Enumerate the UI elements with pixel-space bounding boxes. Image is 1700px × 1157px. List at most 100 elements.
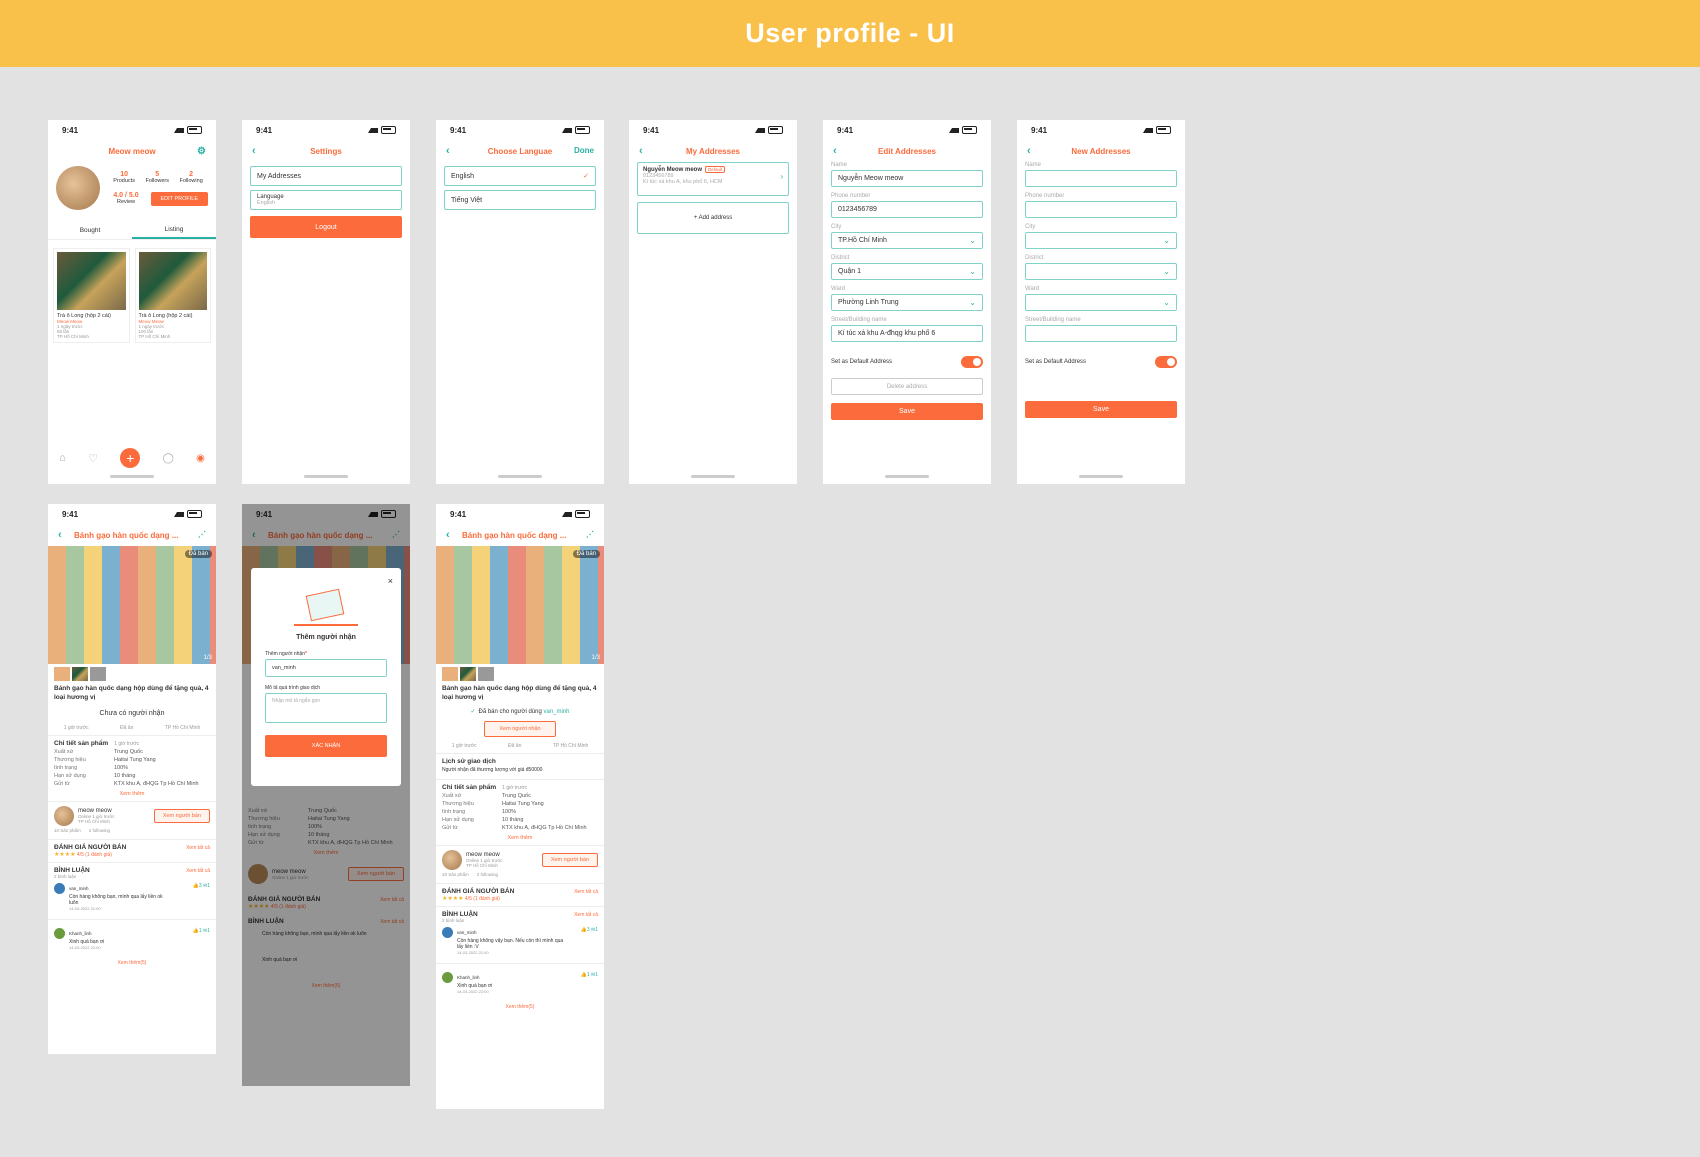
avatar [54, 883, 65, 894]
thumbnail[interactable] [442, 667, 458, 681]
page-title: My Addresses [686, 146, 740, 156]
heart-icon[interactable]: ♡ [88, 452, 98, 465]
name-field[interactable] [1025, 170, 1177, 187]
close-icon[interactable]: × [388, 576, 393, 586]
tab-bought[interactable]: Bought [48, 223, 132, 238]
see-more-link[interactable]: Xem thêm [48, 791, 216, 797]
comment-item: Khanh_linh Xinh quá bạn ơi 14-03-2022 22… [436, 968, 604, 998]
gear-icon[interactable]: ⚙ [197, 146, 206, 157]
edit-profile-button[interactable]: EDIT PROFILE [150, 191, 208, 206]
district-select[interactable]: ⌄ [1025, 263, 1177, 280]
ward-select[interactable]: Phường Linh Trung ⌄ [831, 294, 983, 311]
more-comments-link[interactable]: Xem thêm(5) [48, 960, 216, 966]
status-bar: 9:41 [1017, 120, 1185, 140]
chevron-down-icon: ⌄ [1163, 236, 1170, 245]
like-icon[interactable]: 👍3 ✉1 [581, 927, 598, 933]
comment-item: Khanh_linh Xinh quá bạn ơi 14-03-2022 22… [48, 924, 216, 954]
like-icon[interactable]: 👍1 ✉1 [193, 928, 210, 934]
back-icon[interactable]: ‹ [58, 529, 62, 541]
like-icon[interactable]: 👍1 ✉1 [581, 972, 598, 978]
stat-products: 10 Products [113, 170, 135, 184]
back-icon[interactable]: ‹ [639, 145, 643, 157]
thumbnail[interactable] [72, 667, 88, 681]
thumbnail[interactable] [90, 667, 106, 681]
save-button[interactable]: Save [1025, 401, 1177, 418]
profile-screen: 9:41 Meow meow ⚙ 10 Products 5 Followers 2… [48, 120, 216, 484]
add-icon[interactable]: + [120, 448, 141, 468]
district-select[interactable]: Quận 1 ⌄ [831, 263, 983, 280]
stat-followers[interactable]: 5 Followers [145, 171, 169, 184]
add-address-button[interactable]: + Add address [637, 202, 789, 234]
street-field[interactable] [1025, 325, 1177, 342]
language-item[interactable]: Language English [250, 190, 402, 210]
share-icon[interactable]: ⋰ [198, 530, 206, 539]
logout-button[interactable]: Logout [250, 216, 402, 238]
delete-address-button[interactable]: Delete address [831, 378, 983, 395]
back-icon[interactable]: ‹ [252, 145, 256, 157]
home-icon[interactable]: ⌂ [59, 452, 66, 464]
back-icon[interactable]: ‹ [446, 145, 450, 157]
banner-title: User profile - UI [745, 18, 955, 48]
page-title: Meow meow [108, 146, 156, 156]
thumbnail[interactable] [478, 667, 494, 681]
chevron-right-icon: › [780, 172, 783, 181]
city-select[interactable]: TP.Hồ Chí Minh ⌄ [831, 232, 983, 249]
thumbnail[interactable] [54, 667, 70, 681]
tab-listing[interactable]: Listing [132, 222, 216, 239]
name-field[interactable]: Nguyễn Meow meow [831, 170, 983, 187]
default-toggle[interactable] [961, 356, 983, 368]
user-icon[interactable]: ◉ [196, 453, 205, 464]
language-option-vietnamese[interactable]: Tiếng Việt [444, 190, 596, 210]
view-seller-button[interactable]: Xem người bán [541, 853, 598, 867]
seller-avatar [442, 850, 462, 870]
save-button[interactable]: Save [831, 403, 983, 420]
see-all-link[interactable]: Xem tất cả [186, 845, 210, 851]
status-bar: 9:41 [48, 120, 216, 140]
avatar [442, 972, 453, 983]
product-card[interactable]: Trà ô Long (hộp 2 cái) Meow Meow 1 ngày … [53, 248, 130, 343]
back-icon[interactable]: ‹ [446, 529, 450, 541]
avatar [56, 166, 100, 210]
page-title: Bánh gạo hàn quốc dạng ... [74, 530, 179, 540]
back-icon[interactable]: ‹ [1027, 145, 1031, 157]
city-select[interactable]: ⌄ [1025, 232, 1177, 249]
language-option-english[interactable]: English ✓ [444, 166, 596, 186]
my-addresses-screen: 9:41 ‹ My Addresses Nguyễn Meow meow Defau… [629, 120, 797, 484]
phone-field[interactable] [1025, 201, 1177, 218]
comment-item: van_minh Còn hàng không bạn, mình qua lấ… [48, 879, 216, 915]
bottom-nav: ⌂ ♡ + ◯ ◉ [48, 448, 216, 468]
receiver-input[interactable]: van_minh [265, 659, 387, 677]
edit-address-screen: 9:41 ‹ Edit Addresses Name Nguyễn Meow me… [823, 120, 991, 484]
default-toggle[interactable] [1155, 356, 1177, 368]
chevron-down-icon: ⌄ [969, 236, 976, 245]
comment-item: van_minh Còn hàng không vậy bạn. Nếu còn… [436, 923, 604, 959]
new-address-screen: 9:41 ‹ New Addresses Name Phone number Ci… [1017, 120, 1185, 484]
view-seller-button[interactable]: Xem người bán [153, 809, 210, 823]
see-more-link[interactable]: Xem thêm [436, 835, 604, 841]
status-bar: 9:41 [436, 504, 604, 524]
more-comments-link[interactable]: Xem thêm(5) [436, 1004, 604, 1010]
settings-screen: 9:41 ‹ Settings My Addresses Language Eng… [242, 120, 410, 484]
profile-header: Meow meow ⚙ [48, 140, 216, 162]
page-title: Edit Addresses [878, 146, 936, 156]
see-all-link[interactable]: Xem tất cả [186, 868, 210, 874]
my-addresses-item[interactable]: My Addresses [250, 166, 402, 186]
view-receiver-button[interactable]: Xem người nhận [484, 721, 556, 737]
share-icon[interactable]: ⋰ [586, 530, 594, 539]
confirm-button[interactable]: XÁC NHẬN [265, 735, 387, 757]
chat-icon[interactable]: ◯ [163, 453, 174, 464]
product-image [138, 252, 207, 310]
see-all-link[interactable]: Xem tất cả [574, 912, 598, 918]
product-card[interactable]: Trà ô Long (hộp 2 cái) Meow Meow 1 ngày … [134, 248, 211, 343]
ward-select[interactable]: ⌄ [1025, 294, 1177, 311]
phone-field[interactable]: 0123456789 [831, 201, 983, 218]
thumbnail[interactable] [460, 667, 476, 681]
see-all-link[interactable]: Xem tất cả [574, 889, 598, 895]
address-card[interactable]: Nguyễn Meow meow Default 0123456789 Kí tú… [637, 162, 789, 196]
back-icon[interactable]: ‹ [833, 145, 837, 157]
description-textarea[interactable]: Nhập mô tả ngắn gọn [265, 693, 387, 723]
stat-following[interactable]: 2 Following [180, 171, 203, 184]
street-field[interactable]: Kí túc xá khu A-đhqg khu phố 6 [831, 325, 983, 342]
like-icon[interactable]: 👍3 ✉1 [193, 883, 210, 889]
done-button[interactable]: Done [574, 146, 594, 155]
